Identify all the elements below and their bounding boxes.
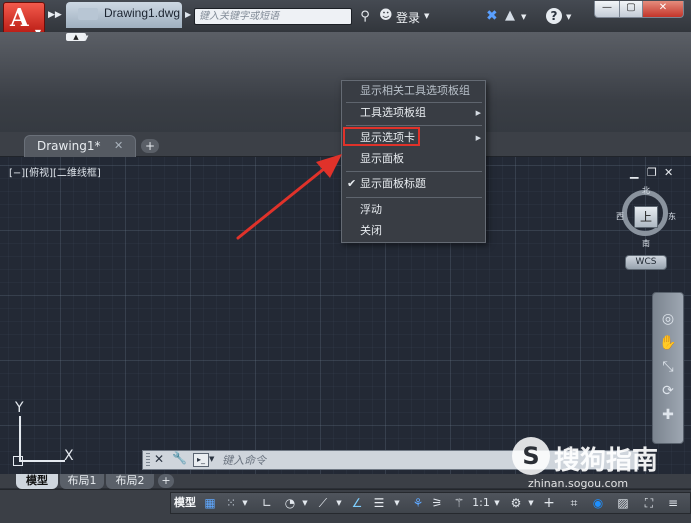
chevron-down-icon[interactable]: ▼ bbox=[240, 494, 250, 512]
chevron-down-icon[interactable]: ▼ bbox=[300, 494, 310, 512]
wcs-menu-button[interactable]: WCS bbox=[625, 255, 667, 270]
chevron-down-icon[interactable]: ▼ bbox=[521, 13, 526, 21]
isolate-objects-icon[interactable]: ◉ bbox=[589, 494, 607, 512]
menu-item-show-panel-titles[interactable]: ✔ 显示面板标题 bbox=[342, 174, 485, 194]
scale-label[interactable]: 1:1 bbox=[472, 494, 490, 512]
quick-access-toolbar-icon bbox=[78, 8, 98, 20]
watermark-title: 搜狗指南 bbox=[554, 446, 659, 476]
viewport-close-icon[interactable]: ✕ bbox=[664, 166, 673, 179]
help-icon[interactable]: ? bbox=[546, 8, 562, 24]
lineweight-icon[interactable]: ☰ bbox=[370, 494, 388, 512]
snap-mode-icon[interactable]: ⁙ bbox=[222, 494, 240, 512]
tab-layout2[interactable]: 布局2 bbox=[106, 474, 154, 489]
search-expand-icon[interactable]: ▶ bbox=[185, 10, 191, 19]
gear-icon[interactable]: ⚙ bbox=[507, 494, 525, 512]
annotation-scale-icon[interactable]: ⚚ bbox=[450, 494, 468, 512]
annotation-visibility-icon[interactable]: ⚘ bbox=[409, 494, 427, 512]
submenu-arrow-icon: ▶ bbox=[475, 109, 481, 117]
chevron-down-icon[interactable]: ▼ bbox=[424, 12, 429, 20]
add-layout-button[interactable]: + bbox=[158, 474, 174, 488]
menu-item-label: 工具选项板组 bbox=[360, 106, 426, 119]
document-title: Drawing1.dwg bbox=[104, 6, 181, 20]
hardware-acceleration-icon[interactable]: ▨ bbox=[614, 494, 632, 512]
ucs-y-label: Y bbox=[15, 400, 24, 416]
watermark-url: zhinan.sogou.com bbox=[528, 477, 629, 490]
compass-south[interactable]: 南 bbox=[642, 238, 650, 249]
menu-item-label: 显示面板标题 bbox=[360, 177, 426, 190]
menu-item-float[interactable]: 浮动 bbox=[342, 200, 485, 220]
menu-item-show-panels[interactable]: 显示面板 bbox=[342, 149, 485, 169]
window-minimize-button[interactable]: — bbox=[594, 1, 620, 18]
wcs-label: WCS bbox=[635, 257, 657, 267]
login-button[interactable]: 登录 bbox=[396, 9, 420, 26]
clean-screen-icon[interactable]: ⛶ bbox=[640, 494, 658, 512]
menu-item-label: 关闭 bbox=[360, 224, 382, 237]
wrench-icon[interactable]: 🔧 bbox=[172, 451, 187, 465]
sogou-logo-icon: S bbox=[512, 437, 550, 475]
grid-icon[interactable]: ▦ bbox=[201, 494, 219, 512]
tab-model[interactable]: 模型 bbox=[16, 474, 58, 489]
a360-icon[interactable]: ▲ bbox=[505, 8, 515, 23]
ortho-mode-icon[interactable]: ∟ bbox=[258, 494, 276, 512]
annotation-arrow bbox=[236, 154, 342, 240]
command-input[interactable]: 键入命令 bbox=[222, 452, 266, 468]
showmotion-icon[interactable]: ✚ bbox=[659, 406, 677, 424]
chevron-down-icon[interactable]: ▼ bbox=[566, 13, 571, 21]
compass-east[interactable]: 东 bbox=[668, 211, 676, 222]
ucs-x-label: X bbox=[64, 448, 74, 464]
recent-commands-icon[interactable]: ▸_ bbox=[193, 453, 209, 467]
binoculars-search-icon[interactable]: ⚲ bbox=[356, 8, 374, 25]
viewport-minimize-icon[interactable]: ▁ bbox=[630, 166, 638, 179]
plus-icon[interactable]: + bbox=[540, 494, 558, 512]
window-close-button[interactable]: ✕ bbox=[642, 1, 684, 18]
ucs-x-axis bbox=[19, 460, 65, 462]
orbit-icon[interactable]: ⟳ bbox=[659, 382, 677, 400]
close-icon[interactable]: ✕ bbox=[154, 452, 164, 466]
chevron-down-icon[interactable]: ▼ bbox=[209, 455, 214, 463]
submenu-arrow-icon: ▶ bbox=[475, 134, 481, 142]
chevron-down-icon[interactable]: ▼ bbox=[83, 34, 88, 42]
chevron-down-icon[interactable]: ▼ bbox=[392, 494, 402, 512]
autocad-logo-icon: A bbox=[10, 3, 29, 32]
object-snap-icon[interactable]: ⟋ bbox=[314, 494, 332, 512]
object-snap-tracking-icon[interactable]: ∠ bbox=[348, 494, 366, 512]
polar-tracking-icon[interactable]: ◔ bbox=[281, 494, 299, 512]
close-icon[interactable]: ✕ bbox=[114, 139, 123, 152]
highlight-box bbox=[343, 127, 420, 146]
chevron-down-icon[interactable]: ▼ bbox=[526, 494, 536, 512]
menu-item-close[interactable]: 关闭 bbox=[342, 221, 485, 241]
ucs-origin-icon bbox=[13, 456, 23, 466]
chevron-down-icon[interactable]: ▼ bbox=[334, 494, 344, 512]
menu-item-label: 显示相关工具选项板组 bbox=[360, 84, 470, 97]
menu-item-show-related-palette-group: 显示相关工具选项板组 bbox=[342, 81, 485, 101]
pan-hand-icon[interactable]: ✋ bbox=[659, 334, 677, 352]
exchange-apps-icon[interactable]: ✖ bbox=[486, 8, 498, 24]
viewcube-top-face[interactable]: 上 bbox=[634, 206, 658, 228]
customization-menu-icon[interactable]: ≡ bbox=[664, 494, 682, 512]
menu-divider bbox=[346, 125, 482, 126]
menu-divider bbox=[346, 171, 482, 172]
document-title-tab: Drawing1.dwg bbox=[66, 2, 182, 28]
model-space-button[interactable]: 模型 bbox=[173, 494, 197, 512]
menu-item-tool-palette-group[interactable]: 工具选项板组 ▶ bbox=[342, 103, 485, 123]
tab-layout1[interactable]: 布局1 bbox=[60, 474, 104, 489]
command-line-grip-icon[interactable] bbox=[146, 453, 150, 467]
search-input[interactable]: 键入关键字或短语 bbox=[194, 8, 352, 25]
zoom-extents-icon[interactable]: ⤡ bbox=[659, 358, 677, 376]
menu-item-label: 浮动 bbox=[360, 203, 382, 216]
user-icon[interactable]: ☻ bbox=[379, 8, 393, 24]
menu-divider bbox=[346, 197, 482, 198]
units-icon[interactable]: ⌗ bbox=[565, 494, 583, 512]
menu-item-label: 显示面板 bbox=[360, 152, 404, 165]
window-maximize-button[interactable]: ▢ bbox=[619, 1, 643, 18]
new-tab-button[interactable]: + bbox=[141, 139, 159, 153]
viewport-controls-label[interactable]: [−][俯视][二维线框] bbox=[9, 164, 101, 179]
auto-scale-icon[interactable]: ⚞ bbox=[428, 494, 446, 512]
quick-access-expand-icon[interactable]: ▶▶ bbox=[48, 10, 62, 20]
chevron-down-icon[interactable]: ▼ bbox=[492, 494, 502, 512]
compass-west[interactable]: 西 bbox=[616, 211, 624, 222]
viewport-restore-icon[interactable]: ❐ bbox=[647, 166, 657, 179]
compass-north[interactable]: 北 bbox=[642, 185, 650, 196]
steering-wheel-icon[interactable]: ◎ bbox=[659, 310, 677, 328]
